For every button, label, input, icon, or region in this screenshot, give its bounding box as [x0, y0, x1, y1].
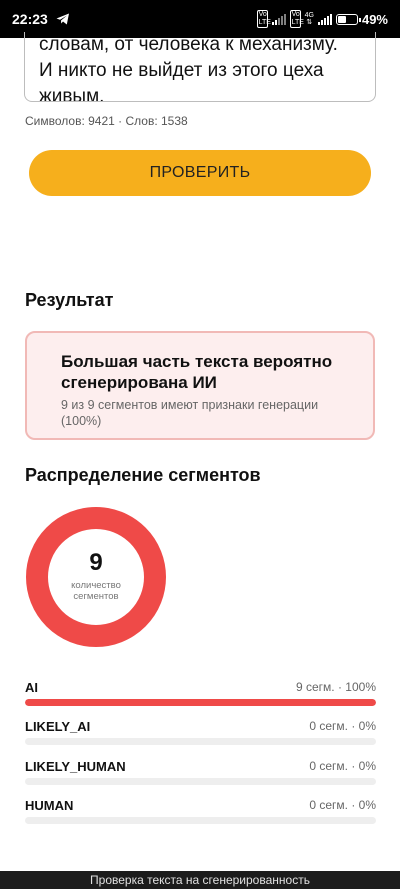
row-value: 0 сегм. · 0%: [309, 719, 376, 733]
progress-track: [25, 817, 376, 824]
segments-donut-chart: [26, 507, 166, 647]
donut-ring: [26, 507, 166, 647]
bottom-caption-bar: Проверка текста на сгенерированность: [0, 871, 400, 889]
distribution-row-likely-human: LIKELY_HUMAN 0 сегм. · 0%: [25, 759, 376, 789]
progress-track: [25, 738, 376, 745]
result-subtext: 9 из 9 сегментов имеют признаки генераци…: [61, 398, 319, 428]
signal-icon-2: [317, 13, 332, 25]
distribution-heading: Распределение сегментов: [25, 465, 261, 485]
donut-label-line: количество: [71, 580, 121, 591]
telegram-icon: [56, 13, 70, 25]
row-label: HUMAN: [25, 798, 74, 813]
donut-total-label: количество сегментов: [25, 580, 167, 602]
progress-track: [25, 699, 376, 706]
text-input-area[interactable]: словам, от человека к механизму. И никто…: [24, 32, 376, 102]
character-word-counter: Символов: 9421 · Слов: 1538: [25, 114, 188, 128]
resize-handle-icon[interactable]: [366, 92, 372, 98]
distribution-row-likely-ai: LIKELY_AI 0 сегм. · 0%: [25, 719, 376, 749]
row-value: 0 сегм. · 0%: [309, 798, 376, 812]
network-type-label: 4G: [304, 12, 314, 19]
result-heading: Результат: [25, 290, 114, 310]
sim1-volte-icon: Vo LTE: [256, 10, 271, 28]
donut-total-value: 9: [89, 549, 103, 576]
distribution-row-human: HUMAN 0 сегм. · 0%: [25, 798, 376, 828]
distribution-row-ai: AI 9 сегм. · 100%: [25, 680, 376, 710]
result-headline: Большая часть текста вероятно сгенериров…: [61, 352, 333, 392]
result-card: Большая часть текста вероятно сгенериров…: [25, 331, 375, 440]
sim2-volte-icon: Vo LTE: [289, 10, 304, 28]
row-label: LIKELY_HUMAN: [25, 759, 126, 774]
check-button[interactable]: ПРОВЕРИТЬ: [29, 150, 371, 196]
signal-icon: [271, 13, 286, 25]
text-line: живым.: [39, 86, 105, 102]
status-time: 22:23: [12, 11, 48, 27]
donut-label-line: сегментов: [73, 591, 119, 602]
progress-track: [25, 778, 376, 785]
battery-percent: 49%: [361, 11, 388, 27]
row-label: AI: [25, 680, 38, 695]
text-line: словам, от человека к механизму.: [39, 34, 338, 55]
row-value: 9 сегм. · 100%: [296, 680, 376, 694]
text-line: И никто не выйдет из этого цеха: [39, 60, 324, 81]
row-value: 0 сегм. · 0%: [309, 759, 376, 773]
network-type-icon: 4G ⇅: [304, 12, 314, 26]
battery-icon: [335, 13, 361, 25]
progress-fill: [25, 699, 376, 706]
row-label: LIKELY_AI: [25, 719, 91, 734]
